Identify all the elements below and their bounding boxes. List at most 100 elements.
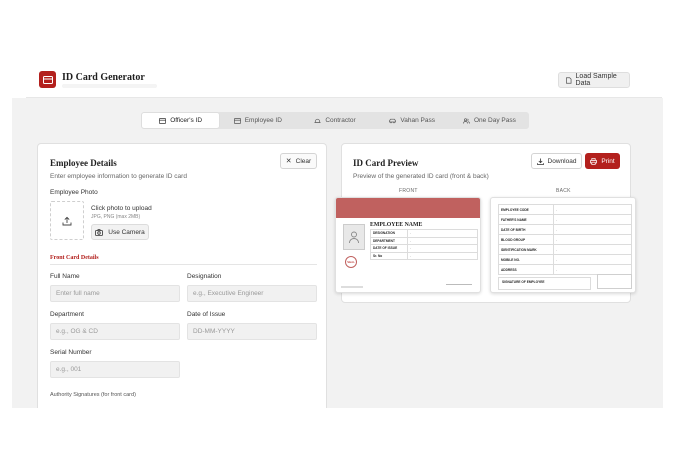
row-value: - xyxy=(407,244,478,253)
date-of-issue-label: Date of Issue xyxy=(187,311,226,318)
upload-icon xyxy=(62,216,72,225)
download-button[interactable]: Download xyxy=(531,153,582,169)
row-value: - xyxy=(407,229,478,238)
date-of-issue-input[interactable]: DD-MM-YYYY xyxy=(187,323,317,340)
id-card-back: EMPLOYEE CODE - FATHER'S NAME - DATE OF BI… xyxy=(490,197,636,293)
tab-label: Employee ID xyxy=(244,117,282,124)
preview-subtitle: Preview of the generated ID card (front … xyxy=(353,173,489,180)
use-camera-label: Use Camera xyxy=(108,228,145,236)
tab-one-day-pass[interactable]: One Day Pass xyxy=(451,113,528,128)
clear-label: Clear xyxy=(295,157,312,165)
card-header-band xyxy=(336,198,480,218)
row-value: - xyxy=(553,264,632,275)
seal-stamp: SEAL xyxy=(345,256,357,268)
table-row: MOBILE NO. - xyxy=(498,254,632,265)
designation-label: Designation xyxy=(187,273,222,280)
table-row: ADDRESS - xyxy=(498,264,632,275)
download-icon xyxy=(536,158,544,165)
row-key: BLOOD GROUP xyxy=(498,234,554,245)
document-icon xyxy=(566,76,572,84)
section-divider xyxy=(50,264,317,265)
employee-details-panel: Employee Details Enter employee informat… xyxy=(37,143,327,408)
app-title: ID Card Generator xyxy=(62,72,145,83)
table-row: FATHER'S NAME - xyxy=(498,214,632,225)
card-type-tabs: Officer's ID Employee ID Contractor Vaha… xyxy=(141,112,529,129)
row-value: - xyxy=(553,244,632,255)
car-icon xyxy=(389,118,397,123)
tab-employee-id[interactable]: Employee ID xyxy=(219,113,296,128)
card-employee-name: EMPLOYEE NAME xyxy=(370,222,423,228)
row-key: DEPARTMENT xyxy=(370,236,408,245)
employee-signature-label: SIGNATURE OF EMPLOYEE xyxy=(498,277,591,290)
front-card-details-heading: Front Card Details xyxy=(50,255,99,261)
table-row: Sr. No - xyxy=(370,251,478,260)
close-icon: ✕ xyxy=(285,158,292,165)
tab-vahan-pass[interactable]: Vahan Pass xyxy=(374,113,451,128)
row-key: DATE OF BIRTH xyxy=(498,224,554,235)
id-card-front: EMPLOYEE NAME DESIGNATION - DEPARTMENT - D… xyxy=(335,197,481,293)
table-row: IDENTIFICATION MARK - xyxy=(498,244,632,255)
tab-label: Vahan Pass xyxy=(400,117,435,124)
authority-signatures-label: Authority Signatures (for front card) xyxy=(50,392,136,398)
print-label: Print xyxy=(601,157,615,165)
row-value: - xyxy=(407,251,478,260)
tab-label: Officer's ID xyxy=(170,117,203,124)
print-button[interactable]: Print xyxy=(585,153,620,169)
camera-icon xyxy=(95,228,104,236)
clear-button[interactable]: ✕ Clear xyxy=(280,153,317,169)
tab-label: One Day Pass xyxy=(473,117,516,124)
row-key: MOBILE NO. xyxy=(498,254,554,265)
serial-number-input[interactable]: e.g., 001 xyxy=(50,361,180,378)
signature-line xyxy=(341,286,363,288)
employee-details-title: Employee Details xyxy=(50,158,117,168)
row-key: DESIGNATION xyxy=(370,229,408,238)
id-card-icon xyxy=(233,117,241,124)
row-value: - xyxy=(553,234,632,245)
table-row: BLOOD GROUP - xyxy=(498,234,632,245)
row-value: - xyxy=(553,254,632,265)
department-input[interactable]: e.g., OG & CD xyxy=(50,323,180,340)
row-value: - xyxy=(553,214,632,225)
table-row: DATE OF ISSUE - xyxy=(370,244,478,253)
hard-hat-icon xyxy=(314,118,321,123)
department-label: Department xyxy=(50,311,84,318)
row-key: DATE OF ISSUE xyxy=(370,244,408,253)
row-value: - xyxy=(553,224,632,235)
signature-line xyxy=(446,284,472,285)
tab-officers-id[interactable]: Officer's ID xyxy=(142,113,220,128)
back-details-table: EMPLOYEE CODE - FATHER'S NAME - DATE OF BI… xyxy=(498,204,632,275)
row-key: IDENTIFICATION MARK xyxy=(498,244,554,255)
tab-label: Contractor xyxy=(325,117,356,124)
signature-box xyxy=(597,274,632,289)
employee-details-subtitle: Enter employee information to generate I… xyxy=(50,173,187,180)
tab-contractor[interactable]: Contractor xyxy=(296,113,373,128)
load-sample-data-label: Load Sample Data xyxy=(575,73,617,87)
id-card-logo-icon xyxy=(39,71,56,88)
table-row: DATE OF BIRTH - xyxy=(498,224,632,235)
full-name-input[interactable]: Enter full name xyxy=(50,285,180,302)
row-key: EMPLOYEE CODE xyxy=(498,204,554,215)
front-label: FRONT xyxy=(399,188,418,194)
app-header: ID Card Generator Load Sample Data xyxy=(26,66,662,98)
id-card-icon xyxy=(159,117,167,124)
table-row: DESIGNATION - xyxy=(370,229,478,238)
title-underline xyxy=(62,84,157,88)
printer-icon xyxy=(590,157,598,165)
load-sample-data-button[interactable]: Load Sample Data xyxy=(558,72,630,88)
row-key: Sr. No xyxy=(370,251,408,260)
back-label: BACK xyxy=(556,188,571,194)
row-key: FATHER'S NAME xyxy=(498,214,554,225)
photo-upload-text: Click photo to upload xyxy=(91,205,152,212)
use-camera-button[interactable]: Use Camera xyxy=(91,224,149,240)
full-name-label: Full Name xyxy=(50,273,80,280)
photo-upload-area[interactable] xyxy=(50,201,84,240)
preview-title: ID Card Preview xyxy=(353,158,419,168)
serial-number-label: Serial Number xyxy=(50,349,92,356)
row-value: - xyxy=(407,236,478,245)
table-row: EMPLOYEE CODE - xyxy=(498,204,632,215)
photo-placeholder-icon xyxy=(343,224,365,250)
users-icon xyxy=(463,117,470,124)
table-row: DEPARTMENT - xyxy=(370,236,478,245)
designation-input[interactable]: e.g., Executive Engineer xyxy=(187,285,317,302)
row-value: - xyxy=(553,204,632,215)
